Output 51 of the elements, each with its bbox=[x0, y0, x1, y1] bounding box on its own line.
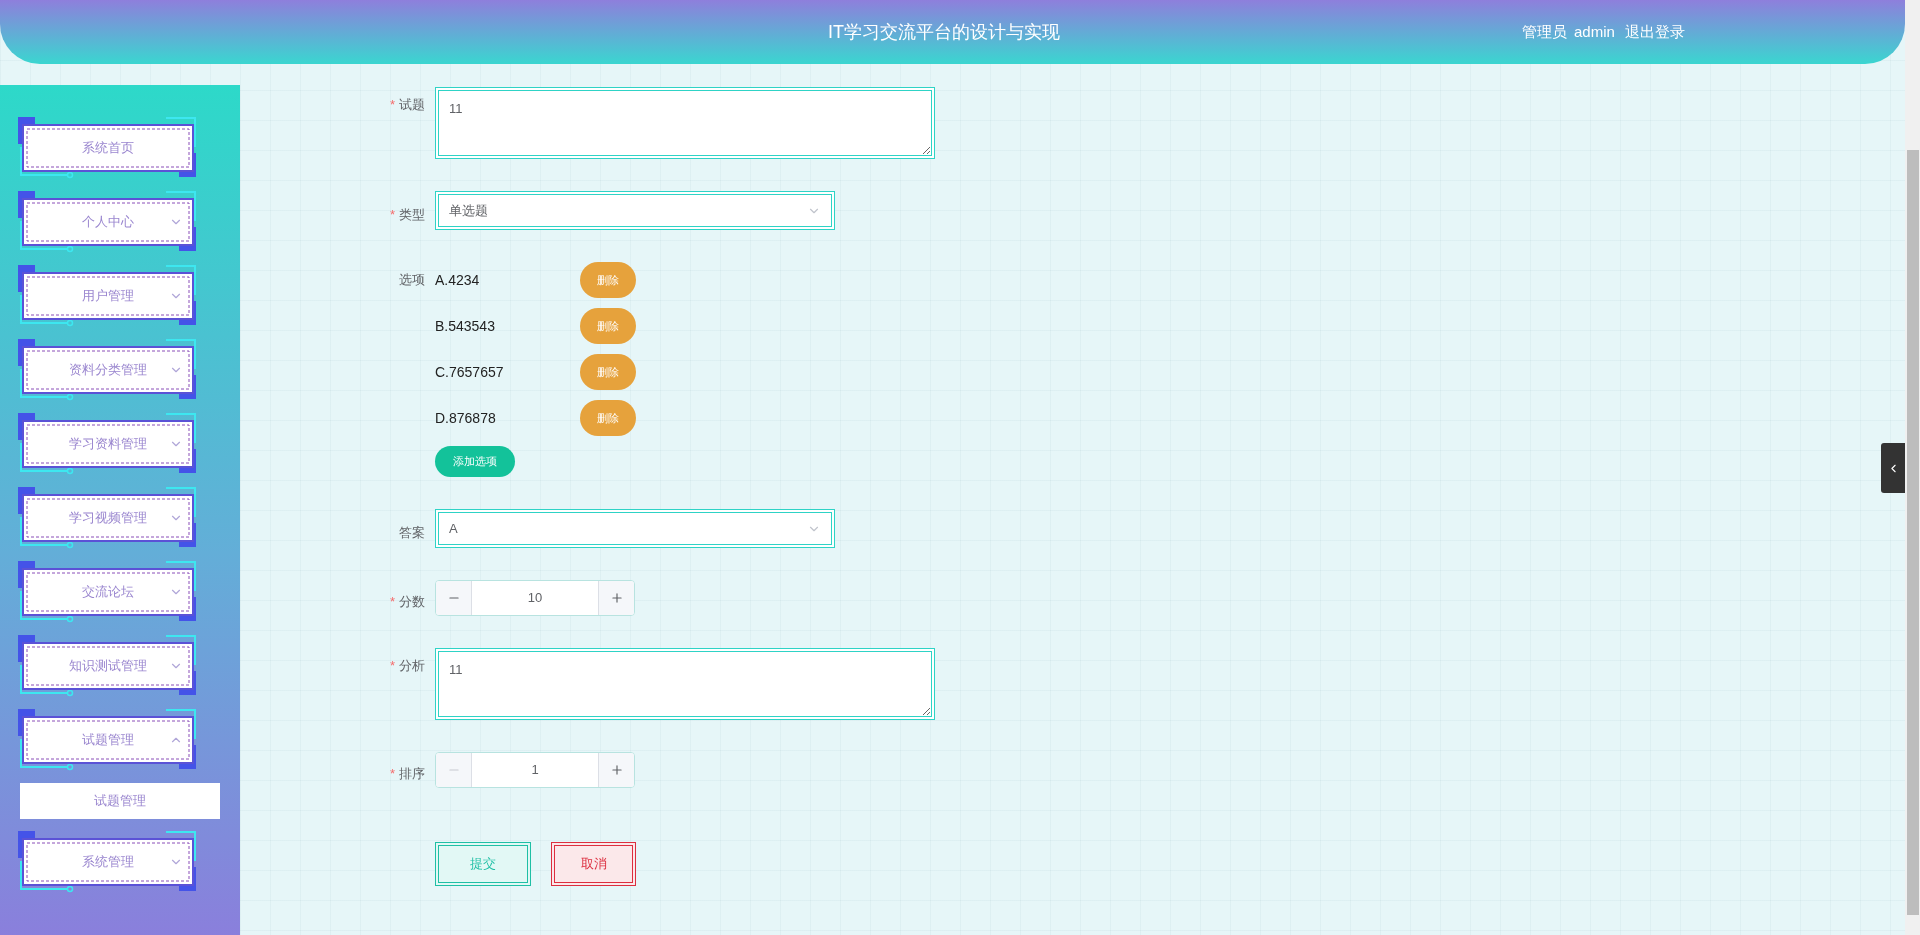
delete-button[interactable]: 删除 bbox=[580, 308, 636, 344]
field-label: 选项 bbox=[399, 271, 425, 289]
required-asterisk: * bbox=[389, 205, 395, 224]
number-stepper[interactable]: 1 bbox=[435, 752, 635, 788]
plus-icon bbox=[609, 763, 624, 777]
logout-link[interactable]: 退出登录 bbox=[1624, 20, 1685, 44]
text-area[interactable]: 11 bbox=[435, 648, 935, 720]
sidebar-menu-item[interactable]: 用户管理 bbox=[18, 265, 218, 327]
plus-button[interactable] bbox=[598, 581, 634, 615]
sidebar-submenu-item[interactable]: 试题管理 bbox=[20, 783, 220, 819]
sidebar-menu-item[interactable]: 系统首页 bbox=[18, 117, 218, 179]
delete-button[interactable]: 删除 bbox=[580, 400, 636, 436]
required-asterisk: * bbox=[389, 593, 395, 612]
user-role: 管理员 bbox=[1522, 21, 1567, 42]
number-stepper[interactable]: 10 bbox=[435, 580, 635, 616]
select-field[interactable]: A bbox=[435, 509, 835, 548]
select-field[interactable]: 单选题 bbox=[435, 191, 835, 230]
sidebar-menu-item[interactable]: 知识测试管理 bbox=[18, 635, 218, 697]
field-label: 答案 bbox=[399, 523, 425, 542]
add-option-button[interactable]: 添加选项 bbox=[435, 446, 515, 477]
option-text: D.876878 bbox=[435, 408, 497, 428]
username: admin bbox=[1574, 21, 1615, 42]
sidebar-menu-item[interactable]: 试题管理 bbox=[18, 709, 218, 771]
sidebar-menu-item[interactable]: 系统管理 bbox=[18, 831, 218, 893]
required-asterisk: * bbox=[389, 765, 395, 784]
sidebar-menu-item[interactable]: 资料分类管理 bbox=[18, 339, 218, 401]
option-text: B.543543 bbox=[435, 316, 496, 336]
scrollbar[interactable] bbox=[1905, 0, 1920, 935]
site-title: IT学习交流平台的设计与实现 bbox=[828, 20, 1060, 44]
field-label: 试题 bbox=[399, 96, 425, 114]
option-text: C.7657657 bbox=[435, 362, 505, 382]
required-asterisk: * bbox=[389, 657, 395, 675]
sidebar-menu-item[interactable]: 个人中心 bbox=[18, 191, 218, 253]
panel-toggle-button[interactable] bbox=[1881, 443, 1905, 493]
sidebar-menu-item[interactable]: 学习视频管理 bbox=[18, 487, 218, 549]
text-area[interactable]: 11 bbox=[435, 87, 935, 159]
sidebar-menu-item[interactable]: 学习资料管理 bbox=[18, 413, 218, 475]
delete-button[interactable]: 删除 bbox=[580, 262, 636, 298]
submit-button[interactable]: 提交 bbox=[435, 842, 531, 886]
plus-button[interactable] bbox=[598, 753, 634, 787]
field-label: 排序 bbox=[399, 765, 425, 784]
sidebar-menu-item[interactable]: 交流论坛 bbox=[18, 561, 218, 623]
option-text: A.4234 bbox=[435, 270, 481, 290]
field-label: 分析 bbox=[399, 657, 425, 675]
field-label: 分数 bbox=[399, 593, 425, 612]
cancel-button[interactable]: 取消 bbox=[551, 842, 636, 886]
field-label: 类型 bbox=[399, 205, 425, 224]
delete-button[interactable]: 删除 bbox=[580, 354, 636, 390]
required-asterisk: * bbox=[389, 96, 395, 114]
minus-button[interactable] bbox=[436, 581, 472, 615]
plus-icon bbox=[609, 591, 624, 605]
